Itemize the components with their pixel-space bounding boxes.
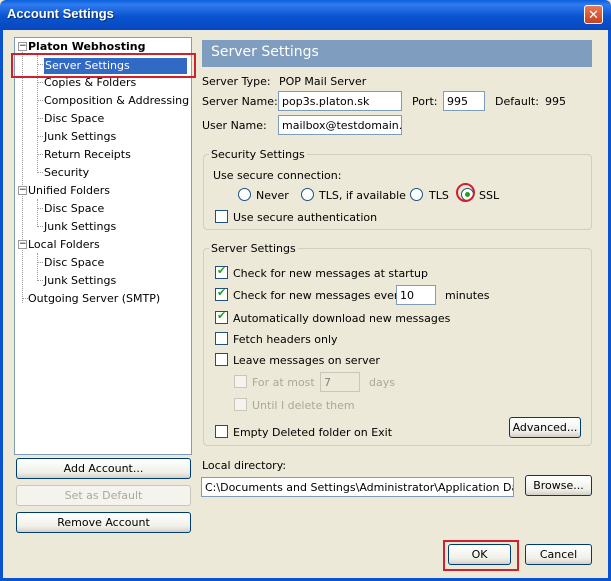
advanced-button[interactable]: Advanced... <box>509 417 581 438</box>
radio-never[interactable] <box>238 188 251 201</box>
auto-download-label[interactable]: Automatically download new messages <box>233 312 450 325</box>
tree-connector <box>37 154 43 155</box>
radio-tls-label[interactable]: TLS <box>429 189 449 202</box>
tree-item-security[interactable]: Security <box>44 166 89 179</box>
check-interval-field[interactable]: 10 <box>396 285 436 305</box>
default-port-value: 995 <box>545 95 566 108</box>
close-button[interactable]: ✕ <box>584 5 603 24</box>
tree-connector <box>37 100 43 101</box>
local-directory-label: Local directory: <box>202 459 287 472</box>
tree-item-disc-space[interactable]: Disc Space <box>44 256 104 269</box>
tree-item-junk-settings[interactable]: Junk Settings <box>44 220 116 233</box>
tree-connector <box>37 280 43 281</box>
add-account-button[interactable]: Add Account... <box>16 458 191 479</box>
tree-item-composition[interactable]: Composition & Addressing <box>44 94 189 107</box>
tree-item-return-receipts[interactable]: Return Receipts <box>44 148 131 161</box>
tree-item-disc-space[interactable]: Disc Space <box>44 112 104 125</box>
tree-item-junk-settings[interactable]: Junk Settings <box>44 274 116 287</box>
tree-item-junk-settings[interactable]: Junk Settings <box>44 130 116 143</box>
tree-account-local[interactable]: Local Folders <box>28 238 100 251</box>
remove-account-button[interactable]: Remove Account <box>16 512 191 533</box>
radio-never-label[interactable]: Never <box>256 189 289 202</box>
secure-auth-label[interactable]: Use secure authentication <box>233 211 377 224</box>
check-startup-checkbox[interactable] <box>215 264 228 279</box>
days-label: days <box>369 376 395 389</box>
default-port-label: Default: <box>495 95 539 108</box>
cancel-button[interactable]: Cancel <box>525 544 592 565</box>
collapse-toggle[interactable]: − <box>18 186 27 195</box>
check-every-label[interactable]: Check for new messages every <box>233 289 405 302</box>
user-name-label: User Name: <box>202 119 267 132</box>
security-group-title: Security Settings <box>209 148 307 161</box>
collapse-toggle[interactable]: − <box>18 42 27 51</box>
until-delete-checkbox[interactable] <box>234 398 247 411</box>
tree-account-unified[interactable]: Unified Folders <box>28 184 110 197</box>
tree-connector <box>37 172 43 173</box>
check-every-checkbox[interactable] <box>215 286 228 301</box>
ok-highlight-box <box>443 540 519 571</box>
tree-item-outgoing-smtp[interactable]: Outgoing Server (SMTP) <box>28 292 160 305</box>
panel-title: Server Settings <box>211 44 319 60</box>
check-startup-label[interactable]: Check for new messages at startup <box>233 267 428 280</box>
port-label: Port: <box>412 95 438 108</box>
tree-connector <box>37 82 43 83</box>
highlight-box <box>11 53 196 78</box>
tree-connector <box>37 136 43 137</box>
minutes-label: minutes <box>445 289 490 302</box>
tree-connector <box>37 118 43 119</box>
radio-tls-if-available-label[interactable]: TLS, if available <box>319 189 406 202</box>
local-directory-field[interactable]: C:\Documents and Settings\Administrator\… <box>201 477 514 497</box>
collapse-toggle[interactable]: − <box>18 240 27 249</box>
ssl-highlight-circle <box>456 183 475 202</box>
server-type-label: Server Type: <box>202 75 271 88</box>
auto-download-checkbox[interactable] <box>215 309 228 324</box>
server-type-value: POP Mail Server <box>279 75 367 88</box>
use-secure-label: Use secure connection: <box>213 169 342 182</box>
tree-connector <box>37 253 38 281</box>
empty-deleted-checkbox[interactable] <box>215 425 228 438</box>
tree-account-platon[interactable]: Platon Webhosting <box>28 40 145 53</box>
secure-auth-checkbox[interactable] <box>215 210 228 223</box>
close-icon: ✕ <box>588 8 599 23</box>
server-name-field[interactable]: pop3s.platon.sk <box>278 91 402 111</box>
tree-item-disc-space[interactable]: Disc Space <box>44 202 104 215</box>
until-delete-label[interactable]: Until I delete them <box>252 399 355 412</box>
set-default-button[interactable]: Set as Default <box>16 485 191 506</box>
user-name-field[interactable]: mailbox@testdomain.sk <box>278 115 402 135</box>
server-group-title: Server Settings <box>209 242 298 255</box>
port-field[interactable]: 995 <box>443 91 485 111</box>
tree-connector <box>37 262 43 263</box>
tree-connector <box>37 199 38 227</box>
radio-tls-if-available[interactable] <box>301 188 314 201</box>
tree-connector <box>22 50 23 303</box>
days-field[interactable]: 7 <box>320 372 360 392</box>
tree-connector <box>37 226 43 227</box>
radio-ssl-label[interactable]: SSL <box>479 189 499 202</box>
leave-on-server-checkbox[interactable] <box>215 353 228 366</box>
for-at-most-checkbox[interactable] <box>234 375 247 388</box>
window-title: Account Settings <box>7 6 114 21</box>
server-name-label: Server Name: <box>202 95 278 108</box>
account-tree[interactable]: − Platon Webhosting Server Settings Copi… <box>14 37 192 455</box>
fetch-headers-checkbox[interactable] <box>215 332 228 345</box>
browse-button[interactable]: Browse... <box>525 475 592 496</box>
empty-deleted-label[interactable]: Empty Deleted folder on Exit <box>233 426 392 439</box>
for-at-most-label[interactable]: For at most <box>252 376 315 389</box>
radio-tls[interactable] <box>410 188 423 201</box>
panel-header: Server Settings <box>202 40 592 67</box>
fetch-headers-label[interactable]: Fetch headers only <box>233 333 338 346</box>
tree-connector <box>37 208 43 209</box>
leave-on-server-label[interactable]: Leave messages on server <box>233 354 380 367</box>
